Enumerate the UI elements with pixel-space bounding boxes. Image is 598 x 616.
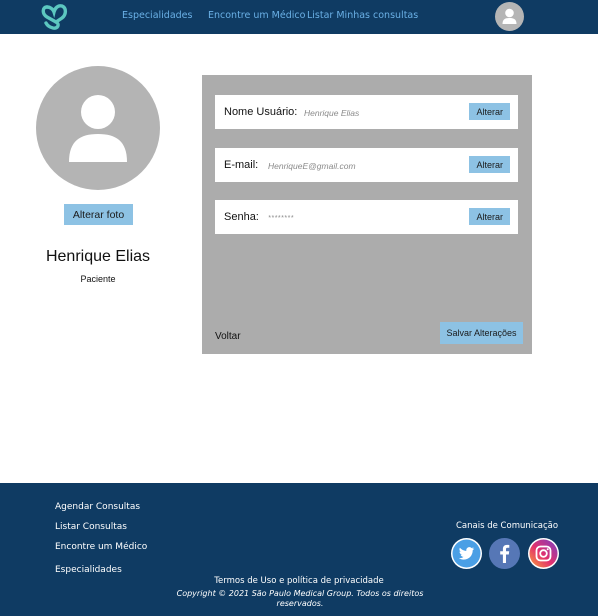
footer-link-agendar[interactable]: Agendar Consultas	[55, 502, 140, 512]
top-navbar: Especialidades Encontre um Médico Listar…	[0, 0, 598, 34]
password-value: ********	[268, 215, 294, 222]
change-username-button[interactable]: Alterar	[469, 103, 510, 120]
save-changes-button[interactable]: Salvar Alterações	[440, 322, 523, 344]
footer: Agendar Consultas Listar Consultas Encon…	[0, 483, 598, 616]
user-avatar-icon[interactable]	[495, 2, 524, 31]
username-field: Nome Usuário: Henrique Elias Alterar	[215, 95, 518, 129]
footer-link-especialidades[interactable]: Especialidades	[55, 565, 122, 575]
twitter-icon[interactable]	[451, 538, 482, 569]
instagram-icon[interactable]	[528, 538, 559, 569]
edit-profile-panel: Nome Usuário: Henrique Elias Alterar E-m…	[202, 75, 532, 354]
page: Especialidades Encontre um Médico Listar…	[0, 0, 598, 616]
username-label: Nome Usuário:	[224, 106, 298, 118]
email-value: HenriqueE@gmail.com	[268, 161, 356, 171]
footer-link-listar[interactable]: Listar Consultas	[55, 522, 127, 532]
heart-s-logo-icon[interactable]	[38, 1, 70, 31]
nav-listar-consultas[interactable]: Listar Minhas consultas	[307, 10, 418, 21]
password-field: Senha: ******** Alterar	[215, 200, 518, 234]
facebook-icon[interactable]	[489, 538, 520, 569]
change-password-button[interactable]: Alterar	[469, 208, 510, 225]
user-role: Paciente	[80, 274, 116, 284]
copyright-text: Copyright © 2021 São Paulo Medical Group…	[176, 589, 424, 608]
email-field: E-mail: HenriqueE@gmail.com Alterar	[215, 148, 518, 182]
nav-especialidades[interactable]: Especialidades	[122, 10, 192, 21]
password-label: Senha:	[224, 211, 259, 223]
username-value: Henrique Elias	[304, 108, 360, 118]
terms-link[interactable]: Termos de Uso e política de privacidade	[0, 576, 598, 586]
footer-link-medico[interactable]: Encontre um Médico	[55, 542, 147, 552]
nav-encontre-medico[interactable]: Encontre um Médico	[208, 10, 305, 21]
channels-title: Canais de Comunicação	[456, 521, 559, 531]
change-photo-button[interactable]: Alterar foto	[64, 204, 133, 225]
profile-avatar	[36, 66, 160, 190]
email-label: E-mail:	[224, 159, 259, 171]
user-name: Henrique Elias	[45, 248, 151, 265]
user-silhouette-icon	[69, 95, 127, 162]
back-link[interactable]: Voltar	[215, 331, 241, 342]
change-email-button[interactable]: Alterar	[469, 156, 510, 173]
